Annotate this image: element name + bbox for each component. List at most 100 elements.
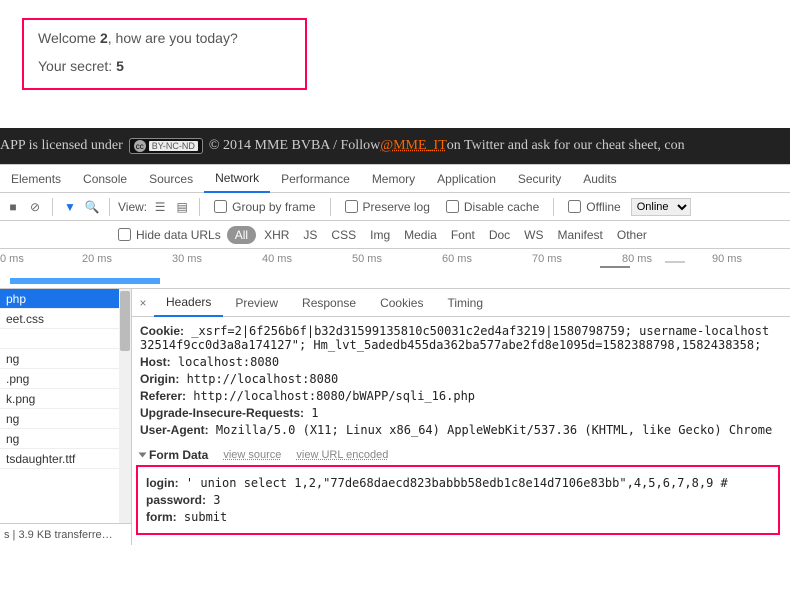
cc-label: BY-NC-ND [149,141,198,151]
clear-icon[interactable]: ⊘ [26,198,44,216]
timeline-bar [10,278,160,284]
request-row[interactable]: .png [0,369,119,389]
detail-tab-response[interactable]: Response [290,289,368,317]
form-data-section-head[interactable]: Form Data view source view URL encoded [140,445,782,465]
group-by-frame-checkbox[interactable]: Group by frame [208,200,321,214]
filter-other[interactable]: Other [610,226,654,244]
header-host: Host: localhost:8080 [140,355,782,369]
timeline-tick: 50 ms [352,253,382,265]
view-label: View: [118,200,147,214]
footer-text-after1: © 2014 MME BVBA / Follow [209,138,380,154]
footer-text-before: APP is licensed under [0,138,123,154]
welcome-suffix: , how are you today? [108,30,238,46]
network-timeline[interactable]: 0 ms 20 ms 30 ms 40 ms 50 ms 60 ms 70 ms… [0,249,790,289]
request-detail: × Headers Preview Response Cookies Timin… [132,289,790,545]
filter-font[interactable]: Font [444,226,482,244]
filter-icon[interactable]: ▼ [61,198,79,216]
timeline-tick: 70 ms [532,253,562,265]
detail-tab-headers[interactable]: Headers [154,289,223,317]
separator [52,198,53,216]
scrollbar-thumb[interactable] [120,291,130,351]
secret-line: Your secret: 5 [38,58,291,74]
headers-content: Cookie: _xsrf=2|6f256b6f|b32d31599135810… [132,317,790,545]
request-row[interactable]: k.png [0,389,119,409]
online-select[interactable]: Online [631,198,691,216]
request-row[interactable]: ng [0,349,119,369]
tab-sources[interactable]: Sources [138,165,204,193]
network-toolbar: ■ ⊘ ▼ 🔍 View: ☰ ▤ Group by frame Preserv… [0,193,790,221]
tab-performance[interactable]: Performance [270,165,361,193]
request-row[interactable]: ng [0,429,119,449]
header-ua: User-Agent: Mozilla/5.0 (X11; Linux x86_… [140,423,782,437]
welcome-user: 2 [100,30,108,46]
search-icon[interactable]: 🔍 [83,198,101,216]
timeline-tick: 0 ms [0,253,24,265]
secret-value: 5 [116,58,124,74]
filter-all[interactable]: All [227,226,256,244]
detail-tab-cookies[interactable]: Cookies [368,289,435,317]
close-icon[interactable]: × [132,296,154,310]
tab-network[interactable]: Network [204,165,270,193]
request-row[interactable]: eet.css [0,309,119,329]
scrollbar[interactable] [119,289,131,523]
footer-text-after2: on Twitter and ask for our cheat sheet, … [447,138,685,154]
request-row[interactable] [0,329,119,349]
header-cookie: Cookie: _xsrf=2|6f256b6f|b32d31599135810… [140,324,782,352]
filter-ws[interactable]: WS [517,226,550,244]
timeline-tick: 20 ms [82,253,112,265]
form-form: form: submit [146,510,770,524]
secret-prefix: Your secret: [38,58,116,74]
network-body: php eet.css ng .png k.png ng ng tsdaught… [0,289,790,545]
disable-cache-checkbox[interactable]: Disable cache [440,200,545,214]
filter-css[interactable]: CSS [324,226,363,244]
separator [109,198,110,216]
devtools-tabs: Elements Console Sources Network Perform… [0,165,790,193]
request-row[interactable]: php [0,289,119,309]
filter-media[interactable]: Media [397,226,444,244]
record-icon[interactable]: ■ [4,198,22,216]
license-footer: APP is licensed under cc BY-NC-ND © 2014… [0,128,790,164]
detail-tab-timing[interactable]: Timing [435,289,495,317]
tab-elements[interactable]: Elements [0,165,72,193]
separator [330,198,331,216]
separator [553,198,554,216]
view-url-encoded-link[interactable]: view URL encoded [296,449,388,461]
hide-data-urls-checkbox[interactable]: Hide data URLs [112,228,227,242]
request-row[interactable]: tsdaughter.ttf [0,449,119,469]
network-filters: Hide data URLs All XHR JS CSS Img Media … [0,221,790,249]
devtools-panel: Elements Console Sources Network Perform… [0,164,790,545]
page-content: Welcome 2, how are you today? Your secre… [0,0,790,90]
preserve-log-checkbox[interactable]: Preserve log [339,200,436,214]
status-bar: s | 3.9 KB transferre… [0,523,131,545]
tab-memory[interactable]: Memory [361,165,426,193]
timeline-bar [600,266,630,268]
view-list-icon[interactable]: ☰ [151,198,169,216]
header-origin: Origin: http://localhost:8080 [140,372,782,386]
tab-security[interactable]: Security [507,165,572,193]
timeline-bar [665,261,685,263]
form-data-highlight-box: login: ' union select 1,2,"77de68daecd82… [136,465,780,535]
tab-audits[interactable]: Audits [572,165,627,193]
filter-doc[interactable]: Doc [482,226,517,244]
welcome-line: Welcome 2, how are you today? [38,30,291,46]
timeline-tick: 40 ms [262,253,292,265]
filter-img[interactable]: Img [363,226,397,244]
twitter-link[interactable]: @MME_IT [380,138,447,154]
detail-tab-preview[interactable]: Preview [223,289,290,317]
filter-manifest[interactable]: Manifest [551,226,610,244]
separator [199,198,200,216]
offline-checkbox[interactable]: Offline [562,200,626,214]
filter-js[interactable]: JS [296,226,324,244]
tab-console[interactable]: Console [72,165,138,193]
filter-xhr[interactable]: XHR [257,226,296,244]
timeline-tick: 30 ms [172,253,202,265]
header-referer: Referer: http://localhost:8080/bWAPP/sql… [140,389,782,403]
chevron-down-icon [139,453,147,458]
form-login: login: ' union select 1,2,"77de68daecd82… [146,476,770,490]
timeline-tick: 60 ms [442,253,472,265]
request-row[interactable]: ng [0,409,119,429]
view-frames-icon[interactable]: ▤ [173,198,191,216]
timeline-tick: 80 ms [622,253,652,265]
tab-application[interactable]: Application [426,165,507,193]
view-source-link[interactable]: view source [223,449,281,461]
